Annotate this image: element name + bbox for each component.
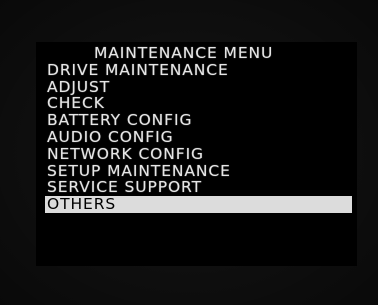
menu-item-check[interactable]: CHECK (46, 95, 356, 112)
maintenance-menu: MAINTENANCE MENU DRIVE MAINTENANCE ADJUS… (45, 44, 356, 213)
menu-item-setup-maintenance[interactable]: SETUP MAINTENANCE (46, 162, 356, 180)
menu-item-service-support[interactable]: SERVICE SUPPORT (46, 179, 356, 196)
menu-item-others[interactable]: OTHERS (45, 196, 352, 213)
menu-title: MAINTENANCE MENU (94, 44, 274, 62)
menu-item-network-config[interactable]: NETWORK CONFIG (46, 145, 356, 163)
menu-item-drive-maintenance[interactable]: DRIVE MAINTENANCE (46, 61, 356, 79)
menu-list: DRIVE MAINTENANCE ADJUST CHECK BATTERY C… (45, 61, 356, 213)
monitor-screen: MAINTENANCE MENU DRIVE MAINTENANCE ADJUS… (0, 0, 378, 305)
menu-item-adjust[interactable]: ADJUST (46, 78, 356, 96)
menu-item-battery-config[interactable]: BATTERY CONFIG (46, 112, 356, 129)
menu-item-audio-config[interactable]: AUDIO CONFIG (46, 129, 356, 146)
